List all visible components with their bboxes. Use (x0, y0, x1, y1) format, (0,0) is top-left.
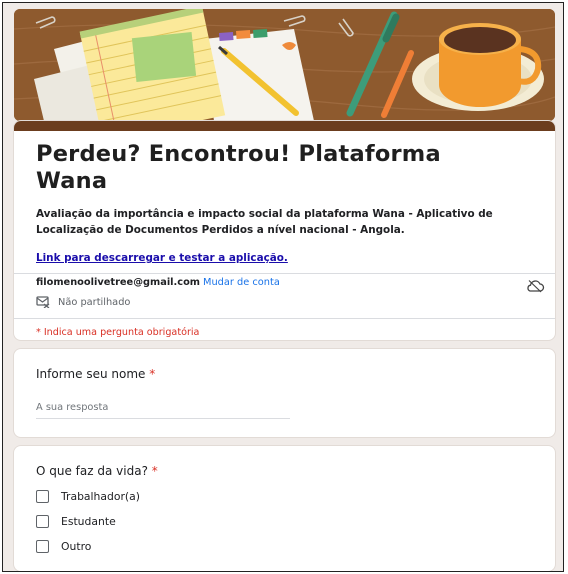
download-app-link[interactable]: Link para descarregar e testar a aplicaç… (36, 252, 288, 264)
question-text: O que faz da vida? (36, 464, 148, 478)
desk-illustration (14, 9, 555, 121)
option-label: Trabalhador(a) (61, 490, 140, 503)
question-label: Informe seu nome * (36, 367, 155, 381)
checkbox[interactable] (36, 540, 49, 553)
question-text: Informe seu nome (36, 367, 146, 381)
cloud-offline-icon[interactable] (525, 279, 545, 293)
account-email-line: filomenoolivetree@gmail.com Mudar de cont… (36, 277, 280, 288)
form-header-card: Perdeu? Encontrou! Plataforma Wana Avali… (14, 121, 555, 340)
option-label: Outro (61, 540, 92, 553)
account-row: filomenoolivetree@gmail.com Mudar de cont… (14, 274, 555, 318)
option-worker[interactable]: Trabalhador(a) (36, 490, 140, 503)
required-note: * Indica uma pergunta obrigatória (36, 327, 200, 338)
checkbox[interactable] (36, 490, 49, 503)
required-asterisk: * (149, 367, 156, 381)
divider (14, 318, 555, 319)
switch-account-link[interactable]: Mudar de conta (203, 277, 280, 288)
option-student[interactable]: Estudante (36, 515, 116, 528)
question-card-name: Informe seu nome * A sua resposta (14, 349, 555, 437)
not-shared-label: Não partilhado (58, 296, 131, 308)
name-input[interactable]: A sua resposta (36, 402, 290, 419)
option-other[interactable]: Outro (36, 540, 91, 553)
header-banner-image (14, 9, 555, 121)
form-title: Perdeu? Encontrou! Plataforma Wana (36, 141, 441, 194)
form-page: Perdeu? Encontrou! Plataforma Wana Avali… (2, 2, 564, 572)
checkbox[interactable] (36, 515, 49, 528)
form-description: Avaliação da importância e impacto socia… (36, 208, 493, 236)
form-accent-bar (14, 121, 555, 131)
required-asterisk: * (151, 464, 158, 478)
account-email: filomenoolivetree@gmail.com (36, 277, 201, 288)
no-share-icon (36, 296, 50, 308)
option-label: Estudante (61, 515, 116, 528)
not-shared-row: Não partilhado (36, 296, 130, 308)
question-label: O que faz da vida? * (36, 464, 158, 478)
question-card-occupation: O que faz da vida? * Trabalhador(a) Estu… (14, 446, 555, 571)
